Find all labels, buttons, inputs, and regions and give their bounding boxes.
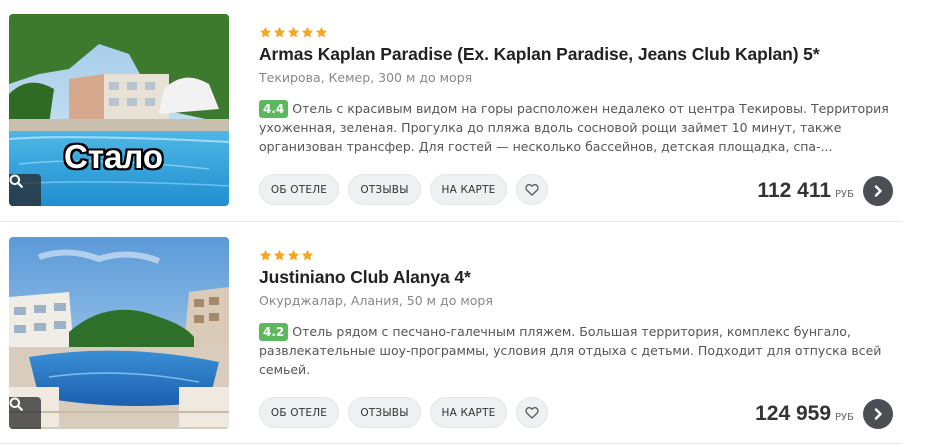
star-icon	[287, 249, 300, 261]
price-value: 124 959	[755, 402, 832, 425]
card-divider	[0, 221, 902, 222]
price-currency: РУБ	[835, 411, 854, 423]
on-map-button[interactable]: НА КАРТЕ	[430, 174, 507, 205]
hotel-photo[interactable]	[9, 237, 229, 429]
star-icon	[273, 26, 286, 38]
star-icon	[273, 249, 286, 261]
star-rating	[259, 26, 899, 40]
hotel-photo[interactable]: Стало	[9, 14, 229, 206]
star-icon	[301, 249, 314, 261]
photo-overlay-text: Стало	[64, 138, 164, 175]
about-hotel-button[interactable]: ОБ ОТЕЛЕ	[259, 397, 339, 428]
hotel-card: Стало Armas Kaplan Paradise (Ex. Kaplan …	[0, 0, 902, 222]
hotel-card: Justiniano Club Alanya 4* Окурджалар, Ал…	[0, 223, 902, 445]
chevron-right-icon	[874, 408, 882, 420]
price-value: 112 411	[757, 179, 832, 202]
card-divider	[0, 443, 902, 444]
rating-badge: 4.4	[259, 100, 289, 118]
heart-icon	[525, 184, 539, 196]
hotel-location: Окурджалар, Алания, 50 м до моря	[259, 293, 493, 308]
hotel-photo-image	[9, 237, 229, 429]
rating-badge: 4.2	[259, 323, 289, 341]
favorite-button[interactable]	[516, 397, 548, 428]
search-icon[interactable]	[9, 174, 41, 206]
favorite-button[interactable]	[516, 174, 548, 205]
chevron-right-icon	[874, 185, 882, 197]
description-text: Отель рядом с песчано-галечным пляжем. Б…	[259, 324, 882, 377]
hotel-description: 4.2 Отель рядом с песчано-галечным пляжем…	[259, 322, 891, 379]
hotel-name[interactable]: Armas Kaplan Paradise (Ex. Kaplan Paradi…	[259, 44, 899, 65]
star-icon	[315, 26, 328, 38]
hotel-photo-image	[9, 14, 229, 206]
heart-icon	[525, 407, 539, 419]
star-icon	[287, 26, 300, 38]
description-text: Отель с красивым видом на горы расположе…	[259, 101, 889, 154]
hotel-name[interactable]: Justiniano Club Alanya 4*	[259, 267, 899, 288]
star-icon	[301, 26, 314, 38]
star-icon	[259, 249, 272, 261]
reviews-button[interactable]: ОТЗЫВЫ	[348, 397, 421, 428]
next-button[interactable]	[863, 399, 893, 429]
star-icon	[259, 26, 272, 38]
about-hotel-button[interactable]: ОБ ОТЕЛЕ	[259, 174, 339, 205]
price-block: 112 411 РУБ	[757, 176, 893, 206]
star-rating	[259, 249, 899, 263]
next-button[interactable]	[863, 176, 893, 206]
price-block: 124 959 РУБ	[755, 399, 893, 429]
search-icon[interactable]	[9, 397, 41, 429]
on-map-button[interactable]: НА КАРТЕ	[430, 397, 507, 428]
hotel-location: Текирова, Кемер, 300 м до моря	[259, 70, 473, 85]
reviews-button[interactable]: ОТЗЫВЫ	[348, 174, 421, 205]
price-currency: РУБ	[835, 188, 854, 200]
hotel-description: 4.4 Отель с красивым видом на горы распол…	[259, 99, 891, 156]
